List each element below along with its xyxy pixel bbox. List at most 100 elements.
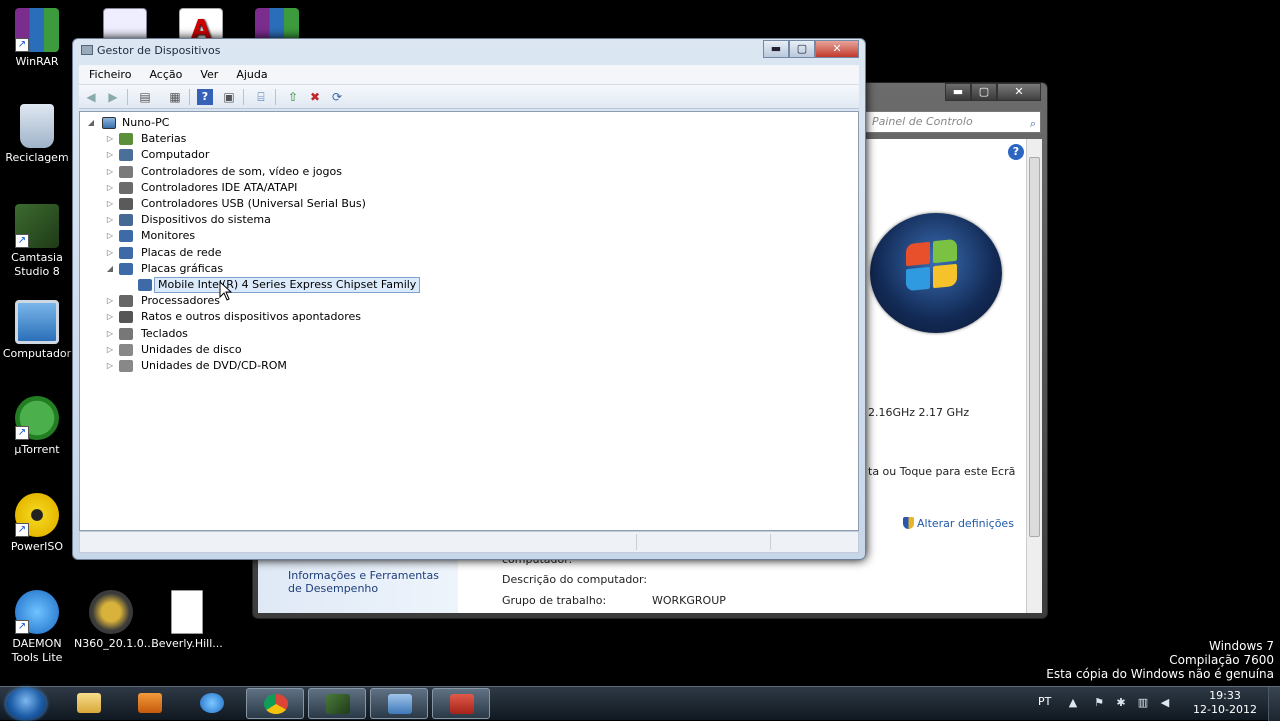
taskbar-camtasia[interactable] bbox=[308, 688, 366, 719]
device-category-icon bbox=[119, 295, 133, 307]
tree-category-label: Unidades de DVD/CD-ROM bbox=[141, 359, 287, 372]
minimize-button[interactable]: ▬ bbox=[945, 83, 971, 101]
device-category-icon bbox=[119, 311, 133, 323]
search-icon[interactable]: ⌕ bbox=[1030, 114, 1036, 134]
change-settings-link[interactable]: Alterar definições bbox=[903, 517, 1014, 530]
desktop-icon-camtasia[interactable]: ↗ Camtasia Studio 8 bbox=[0, 204, 74, 279]
status-separator bbox=[636, 534, 637, 550]
clock-time: 19:33 bbox=[1209, 689, 1241, 702]
minimize-button[interactable]: ▬ bbox=[763, 40, 789, 58]
utorrent-icon: ↗ bbox=[15, 396, 59, 440]
back-icon[interactable]: ◀ bbox=[83, 89, 99, 105]
bluetooth-icon[interactable]: ✱ bbox=[1114, 696, 1128, 710]
chrome-icon bbox=[264, 694, 288, 714]
properties-icon[interactable]: ▦ bbox=[167, 89, 183, 105]
vertical-scrollbar[interactable] bbox=[1026, 139, 1042, 613]
watermark-line: Esta cópia do Windows não é genuína bbox=[1046, 667, 1274, 681]
scan-hardware-icon[interactable]: ⌸ bbox=[253, 89, 269, 105]
disable-device-icon[interactable]: ✖ bbox=[307, 89, 323, 105]
expand-arrow-icon[interactable]: ▷ bbox=[105, 342, 115, 358]
update-driver-icon[interactable]: ⇧ bbox=[285, 89, 301, 105]
collapse-arrow-icon[interactable]: ◢ bbox=[105, 261, 115, 277]
workgroup-label: Grupo de trabalho: bbox=[502, 594, 607, 607]
close-button[interactable]: ✕ bbox=[815, 40, 859, 58]
desktop-icon-computador[interactable]: Computador bbox=[0, 300, 74, 361]
tree-category-label: Processadores bbox=[141, 294, 220, 307]
desktop-icon-beverly[interactable]: Beverly.Hill... bbox=[150, 590, 224, 651]
desktop-icon-label: µTorrent bbox=[14, 443, 60, 456]
action-pane-icon[interactable]: ▣ bbox=[221, 89, 237, 105]
uninstall-device-icon[interactable]: ⟳ bbox=[329, 89, 345, 105]
tree-device-label: Mobile Intel(R) 4 Series Express Chipset… bbox=[154, 277, 421, 293]
desktop-icon-poweriso[interactable]: ↗ PowerISO bbox=[0, 493, 74, 554]
desktop-icon-utorrent[interactable]: ↗ µTorrent bbox=[0, 396, 74, 457]
tree-category-label: Dispositivos do sistema bbox=[141, 213, 271, 226]
desktop-icon-n360[interactable]: N360_20.1.0... bbox=[74, 590, 155, 651]
help-icon[interactable]: ? bbox=[1008, 144, 1024, 160]
scrollbar-thumb[interactable] bbox=[1029, 157, 1040, 537]
menu-bar: Ficheiro Acção Ver Ajuda bbox=[79, 65, 859, 85]
expand-arrow-icon[interactable]: ▷ bbox=[105, 212, 115, 228]
maximize-button[interactable]: ▢ bbox=[789, 40, 815, 58]
tree-category-label: Controladores USB (Universal Serial Bus) bbox=[141, 197, 366, 210]
close-button[interactable]: ✕ bbox=[997, 83, 1041, 101]
tree-category-label: Computador bbox=[141, 148, 210, 161]
expand-arrow-icon[interactable]: ▷ bbox=[105, 326, 115, 342]
performance-info-link[interactable]: Informações e Ferramentas de Desempenho bbox=[288, 569, 456, 595]
taskbar-device-manager[interactable] bbox=[432, 688, 490, 719]
tree-category-label: Monitores bbox=[141, 229, 196, 242]
mouse-cursor-icon bbox=[219, 281, 233, 301]
taskbar-media-player[interactable] bbox=[121, 688, 179, 719]
device-category-icon bbox=[119, 166, 133, 178]
desktop-icon-reciclagem[interactable]: Reciclagem bbox=[0, 104, 74, 165]
menu-ficheiro[interactable]: Ficheiro bbox=[79, 65, 139, 84]
volume-icon[interactable]: ◀ bbox=[1158, 696, 1172, 710]
menu-ajuda[interactable]: Ajuda bbox=[226, 65, 275, 84]
search-input[interactable]: Painel de Controlo ⌕ bbox=[865, 111, 1041, 133]
action-center-flag-icon[interactable]: ⚑ bbox=[1092, 696, 1106, 710]
tree-category-label: Unidades de disco bbox=[141, 343, 242, 356]
toolbar-separator bbox=[275, 89, 276, 105]
expand-arrow-icon[interactable]: ▷ bbox=[105, 293, 115, 309]
expand-arrow-icon[interactable]: ▷ bbox=[105, 196, 115, 212]
desktop-icon-label: N360_20.1.0... bbox=[74, 637, 155, 650]
show-hidden-icons-icon[interactable]: ▲ bbox=[1066, 696, 1080, 710]
device-manager-icon bbox=[81, 45, 93, 55]
window-title-text: Gestor de Dispositivos bbox=[97, 44, 221, 57]
language-indicator[interactable]: PT bbox=[1038, 695, 1051, 708]
menu-accao[interactable]: Acção bbox=[139, 65, 190, 84]
winrar-icon: ↗ bbox=[15, 8, 59, 52]
device-manager-window[interactable]: Gestor de Dispositivos ▬ ▢ ✕ Ficheiro Ac… bbox=[72, 38, 866, 560]
menu-ver[interactable]: Ver bbox=[190, 65, 226, 84]
expand-arrow-icon[interactable]: ▷ bbox=[105, 309, 115, 325]
collapse-arrow-icon[interactable]: ◢ bbox=[86, 115, 96, 131]
help-icon[interactable]: ? bbox=[197, 89, 213, 105]
show-desktop-button[interactable] bbox=[1268, 687, 1280, 721]
expand-arrow-icon[interactable]: ▷ bbox=[105, 245, 115, 261]
expand-arrow-icon[interactable]: ▷ bbox=[105, 358, 115, 374]
expand-arrow-icon[interactable]: ▷ bbox=[105, 164, 115, 180]
expand-arrow-icon[interactable]: ▷ bbox=[105, 147, 115, 163]
network-icon[interactable]: ▥ bbox=[1136, 696, 1150, 710]
expand-arrow-icon[interactable]: ▷ bbox=[105, 228, 115, 244]
desktop-icon-label: Camtasia Studio 8 bbox=[11, 251, 63, 278]
start-button[interactable] bbox=[6, 688, 46, 720]
desktop-icon-winrar[interactable]: ↗ WinRAR bbox=[0, 8, 74, 69]
show-hide-console-tree-icon[interactable]: ▤ bbox=[137, 89, 153, 105]
device-tree[interactable]: ◢ Nuno-PC ▷ Baterias ▷ Computador ▷ Controlad… bbox=[79, 111, 859, 531]
expand-arrow-icon[interactable]: ▷ bbox=[105, 131, 115, 147]
norton-icon bbox=[89, 590, 133, 634]
taskbar-chrome[interactable] bbox=[246, 688, 304, 719]
recycle-bin-icon bbox=[20, 104, 54, 148]
desktop-icon-daemon[interactable]: ↗ DAEMON Tools Lite bbox=[0, 590, 74, 665]
taskbar-internet-explorer[interactable] bbox=[183, 688, 241, 719]
taskbar-control-panel[interactable] bbox=[370, 688, 428, 719]
taskbar: PT ▲ ⚑ ✱ ▥ ◀ 19:33 12-10-2012 bbox=[0, 686, 1280, 721]
clock[interactable]: 19:33 12-10-2012 bbox=[1186, 689, 1264, 717]
expand-arrow-icon[interactable]: ▷ bbox=[105, 180, 115, 196]
device-category-icon bbox=[119, 230, 133, 242]
taskbar-explorer[interactable] bbox=[60, 688, 118, 719]
forward-icon[interactable]: ▶ bbox=[105, 89, 121, 105]
maximize-button[interactable]: ▢ bbox=[971, 83, 997, 101]
window-title: Gestor de Dispositivos bbox=[81, 44, 220, 57]
